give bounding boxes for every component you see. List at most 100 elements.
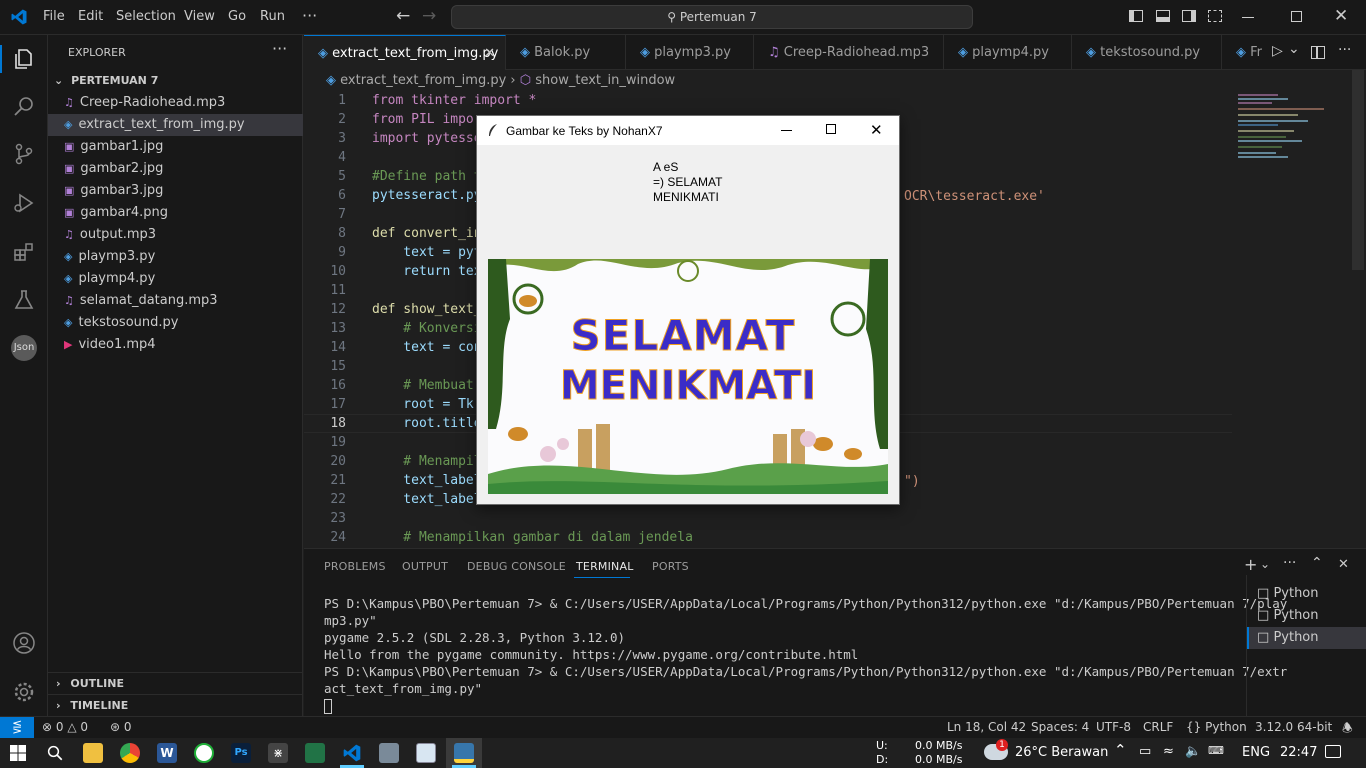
battery-icon[interactable]: ▭ — [1139, 744, 1151, 759]
file-item[interactable]: ▶ video1.mp4 — [48, 334, 303, 356]
breadcrumb-symbol[interactable]: show_text_in_window — [535, 73, 675, 88]
forward-arrow-icon[interactable]: → — [422, 6, 436, 26]
terminal-tab-3[interactable]: □ Python — [1247, 627, 1366, 649]
tk-minimize-icon[interactable] — [781, 130, 792, 131]
new-terminal-icon[interactable]: + — [1244, 555, 1257, 574]
extensions-icon[interactable] — [12, 240, 36, 264]
menu-run[interactable]: Run — [260, 9, 285, 24]
explorer-icon[interactable] — [12, 47, 36, 71]
tab-ports[interactable]: PORTS — [652, 560, 689, 573]
file-item[interactable]: ◈ playmp4.py — [48, 268, 303, 290]
menu-edit[interactable]: Edit — [78, 9, 103, 24]
menu-file[interactable]: File — [43, 9, 65, 24]
menu-more[interactable]: ··· — [302, 6, 317, 25]
language-mode[interactable]: {} Python — [1186, 720, 1247, 734]
source-control-icon[interactable] — [12, 142, 36, 166]
control-panel-icon[interactable] — [379, 743, 399, 763]
menu-go[interactable]: Go — [228, 9, 246, 24]
tab-creep-radiohead[interactable]: ♫ Creep-Radiohead.mp3 — [754, 35, 944, 70]
close-panel-icon[interactable]: ✕ — [1338, 557, 1349, 572]
file-item[interactable]: ◈ playmp3.py — [48, 246, 303, 268]
file-item[interactable]: ▣ gambar3.jpg — [48, 180, 303, 202]
editor-scrollbar[interactable] — [1352, 70, 1364, 270]
more-actions-icon[interactable]: ··· — [1338, 42, 1351, 58]
close-tab-icon[interactable]: ✕ — [484, 36, 495, 71]
toggle-secondary-sidebar-icon[interactable] — [1182, 10, 1196, 22]
testing-flask-icon[interactable] — [12, 288, 36, 312]
chrome-icon[interactable] — [120, 743, 140, 763]
chevron-up-icon[interactable]: ⌃ — [1114, 741, 1127, 759]
tab-problems[interactable]: PROBLEMS — [324, 560, 386, 573]
tab-debug-console[interactable]: DEBUG CONSOLE — [467, 560, 566, 573]
notepad-icon[interactable] — [416, 743, 436, 763]
wifi-icon[interactable]: ≈ — [1163, 744, 1174, 759]
tk-title-bar[interactable]: Gambar ke Teks by NohanX7 ✕ — [477, 116, 899, 145]
customize-layout-icon[interactable] — [1208, 10, 1222, 22]
timeline-section[interactable]: › TIMELINE — [48, 694, 303, 716]
tab-playmp3[interactable]: ◈ playmp3.py — [626, 35, 754, 70]
panel-more-icon[interactable]: ··· — [1283, 555, 1296, 571]
menu-selection[interactable]: Selection — [116, 9, 176, 24]
tk-close-icon[interactable]: ✕ — [870, 121, 883, 139]
tab-extract-text-from-img[interactable]: ◈ extract_text_from_img.py ✕ — [304, 35, 506, 70]
notification-center-icon[interactable] — [1325, 745, 1341, 758]
command-center-search[interactable]: ⚲ Pertemuan 7 — [451, 5, 973, 29]
close-window-icon[interactable]: ✕ — [1334, 6, 1348, 26]
word-icon[interactable]: W — [157, 743, 177, 763]
weather-text[interactable]: 26°C Berawan — [1015, 745, 1108, 760]
whatsapp-icon[interactable] — [194, 743, 214, 763]
language-indicator[interactable]: ENG — [1242, 745, 1270, 760]
python-tk-app-icon[interactable] — [454, 743, 474, 763]
json-extension-icon[interactable]: Json — [11, 335, 37, 361]
minimize-icon[interactable] — [1242, 17, 1254, 18]
ports-status[interactable]: ⊛ 0 — [110, 720, 132, 734]
breadcrumb-file[interactable]: extract_text_from_img.py — [340, 73, 506, 88]
search-view-icon[interactable] — [12, 95, 36, 119]
split-editor-icon[interactable] — [1311, 46, 1325, 59]
outline-section[interactable]: › OUTLINE — [48, 672, 303, 694]
notifications-bell-icon[interactable]: 🕭 — [1342, 719, 1353, 740]
minimap[interactable] — [1238, 92, 1334, 172]
capcut-icon[interactable]: ⋇ — [268, 743, 288, 763]
indentation[interactable]: Spaces: 4 — [1031, 720, 1089, 734]
remote-indicator-icon[interactable]: ⋚ — [0, 717, 34, 738]
explorer-more-icon[interactable]: ··· — [272, 39, 287, 58]
python-interpreter[interactable]: 3.12.0 64-bit — [1255, 720, 1332, 734]
tk-window[interactable]: Gambar ke Teks by NohanX7 ✕ A eS =) SELA… — [476, 115, 900, 505]
tab-playmp4[interactable]: ◈ playmp4.py — [944, 35, 1072, 70]
chevron-down-icon[interactable]: ⌄ — [1288, 41, 1300, 57]
encoding[interactable]: UTF-8 — [1096, 720, 1131, 734]
run-file-icon[interactable]: ▷ — [1272, 43, 1283, 59]
file-item[interactable]: ▣ gambar1.jpg — [48, 136, 303, 158]
run-debug-icon[interactable] — [12, 191, 36, 215]
file-item[interactable]: ♫ Creep-Radiohead.mp3 — [48, 92, 303, 114]
windows-start-icon[interactable] — [10, 745, 26, 761]
toggle-panel-icon[interactable] — [1156, 10, 1170, 22]
clock[interactable]: 22:47 — [1280, 745, 1317, 760]
back-arrow-icon[interactable]: ← — [396, 6, 410, 26]
toggle-sidebar-icon[interactable] — [1129, 10, 1143, 22]
maximize-panel-icon[interactable]: ⌃ — [1311, 555, 1323, 571]
volume-icon[interactable]: 🔈 — [1185, 744, 1201, 759]
tab-overflow[interactable]: ◈ Fr — [1222, 35, 1264, 70]
tab-output[interactable]: OUTPUT — [402, 560, 448, 573]
file-item[interactable]: ▣ gambar2.jpg — [48, 158, 303, 180]
settings-gear-icon[interactable] — [12, 680, 36, 704]
chevron-down-icon[interactable]: ⌄ — [1260, 557, 1270, 571]
onscreen-keyboard-icon[interactable]: ⌨ — [1208, 744, 1224, 757]
file-item[interactable]: ▣ gambar4.png — [48, 202, 303, 224]
file-item[interactable]: ♫ output.mp3 — [48, 224, 303, 246]
photoshop-icon[interactable]: Ps — [231, 743, 251, 763]
tab-tekstosound[interactable]: ◈ tekstosound.py — [1072, 35, 1222, 70]
search-icon[interactable] — [46, 744, 64, 762]
tk-maximize-icon[interactable] — [826, 124, 836, 134]
tab-balok[interactable]: ◈ Balok.py — [506, 35, 626, 70]
restore-icon[interactable] — [1291, 11, 1302, 22]
vscode-taskbar-icon[interactable] — [342, 743, 362, 763]
terminal-tab-2[interactable]: □ Python — [1247, 605, 1366, 627]
account-icon[interactable] — [12, 631, 36, 655]
tab-terminal[interactable]: TERMINAL — [576, 560, 634, 573]
file-item[interactable]: ♫ selamat_datang.mp3 — [48, 290, 303, 312]
problems-status[interactable]: ⊗ 0 △ 0 — [42, 720, 88, 734]
terminal-tab-1[interactable]: □ Python — [1247, 583, 1366, 605]
